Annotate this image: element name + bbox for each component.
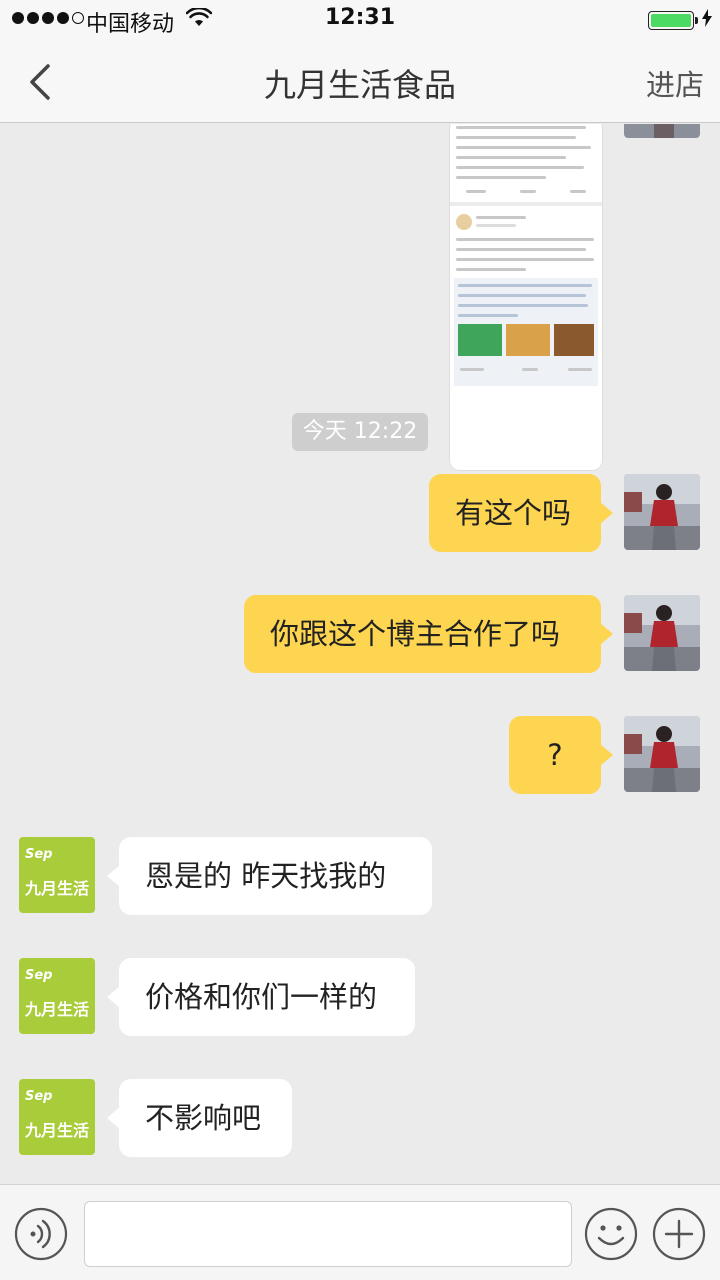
enter-shop-button[interactable]: 进店	[646, 62, 704, 104]
sent-message-bubble[interactable]: ?	[509, 716, 613, 794]
charging-icon	[702, 9, 712, 27]
emoji-icon[interactable]	[584, 1207, 638, 1261]
shop-avatar[interactable]: Sep 九月生活	[19, 837, 95, 913]
sent-message-bubble[interactable]: 你跟这个博主合作了吗	[244, 595, 613, 673]
received-message-bubble[interactable]: 恩是的 昨天找我的	[107, 837, 432, 915]
more-options-plus-icon[interactable]	[652, 1207, 706, 1261]
message-input-bar	[0, 1184, 720, 1280]
status-bar: 中国移动 12:31	[0, 0, 720, 40]
chat-message-list[interactable]: 今天 12:22 有这个吗 你跟这个博主合作了吗 ? Sep 九月生活 恩是的 …	[0, 124, 720, 1184]
chat-title: 九月生活食品	[263, 66, 456, 104]
user-avatar[interactable]	[624, 124, 700, 138]
message-text-input[interactable]	[84, 1201, 572, 1267]
message-timestamp: 今天 12:22	[292, 413, 428, 451]
navigation-bar: 九月生活食品 进店	[0, 40, 720, 123]
received-message-bubble[interactable]: 不影响吧	[107, 1079, 292, 1157]
received-message-bubble[interactable]: 价格和你们一样的	[107, 958, 415, 1036]
shop-avatar[interactable]: Sep 九月生活	[19, 958, 95, 1034]
user-avatar[interactable]	[624, 595, 700, 671]
voice-input-icon[interactable]	[14, 1207, 68, 1261]
shared-screenshot-image[interactable]	[450, 124, 602, 470]
battery-icon	[648, 11, 698, 30]
user-avatar[interactable]	[624, 716, 700, 792]
shop-avatar[interactable]: Sep 九月生活	[19, 1079, 95, 1155]
sent-message-bubble[interactable]: 有这个吗	[429, 474, 613, 552]
user-avatar[interactable]	[624, 474, 700, 550]
clock: 12:31	[324, 5, 396, 30]
